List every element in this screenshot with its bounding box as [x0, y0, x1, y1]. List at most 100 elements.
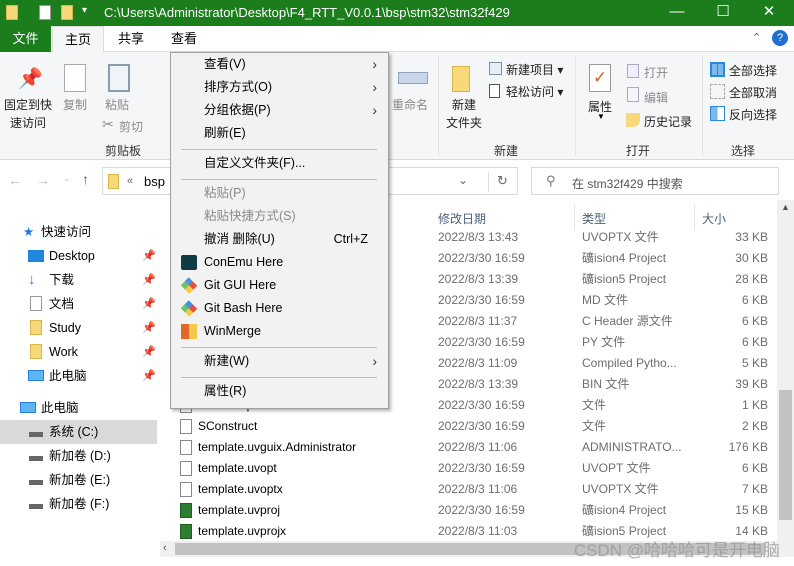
breadcrumb-overflow[interactable]: «	[127, 175, 133, 187]
sidebar-drive-e[interactable]: 新加卷 (E:)	[0, 468, 157, 492]
tab-share[interactable]: 共享	[105, 26, 157, 52]
cut-button[interactable]: 剪切	[119, 118, 143, 135]
table-row[interactable]: template.uvproj 2022/3/30 16:59 礦ision4 Pr…	[160, 500, 770, 521]
drive-icon	[29, 432, 43, 437]
menu-item-git-bash[interactable]: Git Bash Here	[172, 297, 387, 320]
table-row[interactable]: SConstruct 2022/3/30 16:59 文件 2 KB	[160, 416, 770, 437]
rename-button[interactable]: 重命名	[392, 96, 428, 113]
edit-button[interactable]: 编辑	[644, 89, 668, 106]
address-dropdown-icon[interactable]: ⌄	[458, 173, 468, 187]
copy-button[interactable]: 复制	[63, 96, 87, 113]
refresh-icon[interactable]: ↻	[497, 173, 508, 189]
sidebar-item-this-pc-pinned[interactable]: 此电脑 📌	[0, 364, 157, 388]
menu-item-refresh[interactable]: 刷新(E)	[172, 122, 387, 145]
menu-label: Git Bash Here	[204, 301, 283, 315]
maximize-button[interactable]: ☐	[700, 0, 746, 26]
pin-icon: 📌	[142, 322, 156, 334]
open-group-label: 打开	[626, 144, 651, 158]
menu-item-paste[interactable]: 粘贴(P)	[172, 182, 387, 205]
sidebar-item-work[interactable]: Work 📌	[0, 340, 157, 364]
tab-home[interactable]: 主页	[52, 26, 104, 53]
menu-item-sort[interactable]: 排序方式(O) ›	[172, 76, 387, 99]
file-size: 6 KB	[741, 293, 768, 307]
sidebar-drive-c[interactable]: 系统 (C:)	[0, 420, 157, 444]
help-button[interactable]: ?	[772, 30, 788, 46]
tab-view[interactable]: 查看	[158, 26, 210, 52]
search-placeholder: 在 stm32f429 中搜索	[572, 177, 683, 191]
sidebar-label: Work	[49, 345, 78, 359]
file-date: 2022/3/30 16:59	[438, 419, 525, 433]
table-row[interactable]: template.uvguix.Administrator 2022/8/3 11…	[160, 437, 770, 458]
new-folder-button[interactable]: 新建 文件夹	[446, 96, 482, 132]
select-none-button[interactable]: 全部取消	[729, 84, 777, 101]
file-date: 2022/3/30 16:59	[438, 335, 525, 349]
ribbon-tabs: 文件 主页 共享 查看 ⌃ ?	[0, 26, 794, 53]
sidebar-drive-d[interactable]: 新加卷 (D:)	[0, 444, 157, 468]
new-item-button[interactable]: 新建项目 ▾	[506, 61, 563, 78]
collapse-ribbon-icon[interactable]: ⌃	[752, 31, 761, 44]
file-type: UVOPTX 文件	[582, 482, 659, 496]
drive-icon	[29, 504, 43, 509]
file-date: 2022/3/30 16:59	[438, 251, 525, 265]
sidebar-item-desktop[interactable]: Desktop 📌	[0, 244, 157, 268]
properties-quick-icon[interactable]	[39, 5, 51, 20]
sidebar-drive-f[interactable]: 新加卷 (F:)	[0, 492, 157, 516]
menu-item-group[interactable]: 分组依据(P) ›	[172, 99, 387, 122]
table-row[interactable]: template.uvopt 2022/3/30 16:59 UVOPT 文件 6 K…	[160, 458, 770, 479]
recent-locations-button[interactable]: ⌄	[63, 173, 71, 184]
pin-to-quick-access-button[interactable]: 固定到快 速访问	[4, 96, 52, 132]
menu-item-paste-shortcut[interactable]: 粘贴快捷方式(S)	[172, 205, 387, 228]
table-row[interactable]: template.uvoptx 2022/8/3 11:06 UVOPTX 文件 7 …	[160, 479, 770, 500]
select-all-button[interactable]: 全部选择	[729, 62, 777, 79]
winmerge-icon	[181, 324, 197, 339]
sidebar-this-pc[interactable]: 此电脑	[0, 396, 157, 420]
sidebar-item-study[interactable]: Study 📌	[0, 316, 157, 340]
sidebar-label: 此电脑	[49, 369, 87, 383]
computer-icon	[20, 402, 36, 413]
up-button[interactable]: ↑	[82, 171, 89, 187]
scroll-left-icon[interactable]: ‹	[163, 542, 167, 554]
select-none-icon	[710, 84, 725, 99]
minimize-button[interactable]: —	[654, 0, 700, 26]
paste-button[interactable]: 粘贴	[105, 96, 129, 113]
sidebar-item-documents[interactable]: 文档 📌	[0, 292, 157, 316]
file-type: MD 文件	[582, 293, 628, 307]
menu-item-view[interactable]: 查看(V) ›	[172, 53, 387, 76]
sidebar-label: Study	[49, 321, 81, 335]
file-type: 文件	[582, 398, 607, 412]
vertical-scrollbar[interactable]: ▲	[777, 200, 794, 541]
menu-item-new[interactable]: 新建(W) ›	[172, 350, 387, 373]
menu-item-conemu[interactable]: ConEmu Here	[172, 251, 387, 274]
scroll-thumb[interactable]	[779, 390, 792, 520]
tab-file[interactable]: 文件	[0, 26, 51, 52]
menu-item-git-gui[interactable]: Git GUI Here	[172, 274, 387, 297]
desktop-icon	[28, 250, 44, 262]
breadcrumb-bsp[interactable]: bsp	[144, 174, 165, 189]
menu-separator	[181, 179, 377, 180]
invert-selection-button[interactable]: 反向选择	[729, 106, 777, 123]
back-button[interactable]: ←	[8, 172, 22, 188]
menu-label: 分组依据(P)	[204, 103, 271, 117]
column-header-type[interactable]: 类型	[582, 210, 606, 227]
new-folder-quick-icon[interactable]	[61, 5, 73, 20]
sidebar-item-downloads[interactable]: ↓ 下载 📌	[0, 268, 157, 292]
customize-quick-access-icon[interactable]: ▾	[82, 5, 87, 16]
scroll-up-icon[interactable]: ▲	[781, 202, 790, 212]
column-header-date[interactable]: 修改日期	[438, 210, 486, 227]
search-input[interactable]: ⚲ 在 stm32f429 中搜索	[531, 167, 779, 195]
file-size: 6 KB	[741, 461, 768, 475]
sidebar-quick-access[interactable]: ★ 快速访问	[0, 220, 157, 244]
column-header-size[interactable]: 大小	[702, 210, 726, 227]
menu-item-properties[interactable]: 属性(R)	[172, 380, 387, 403]
menu-item-winmerge[interactable]: WinMerge	[172, 320, 387, 343]
history-button[interactable]: 历史记录	[644, 113, 692, 130]
open-button[interactable]: 打开	[644, 64, 668, 81]
file-date: 2022/3/30 16:59	[438, 461, 525, 475]
menu-item-undo-delete[interactable]: 撤消 删除(U) Ctrl+Z	[172, 228, 387, 251]
sidebar-label: 此电脑	[41, 401, 79, 415]
easy-access-button[interactable]: 轻松访问 ▾	[506, 83, 563, 100]
menu-item-customize[interactable]: 自定义文件夹(F)...	[172, 152, 387, 175]
close-button[interactable]: ✕	[746, 0, 792, 26]
chevron-down-icon: ▼	[597, 112, 605, 121]
forward-button[interactable]: →	[36, 172, 50, 188]
